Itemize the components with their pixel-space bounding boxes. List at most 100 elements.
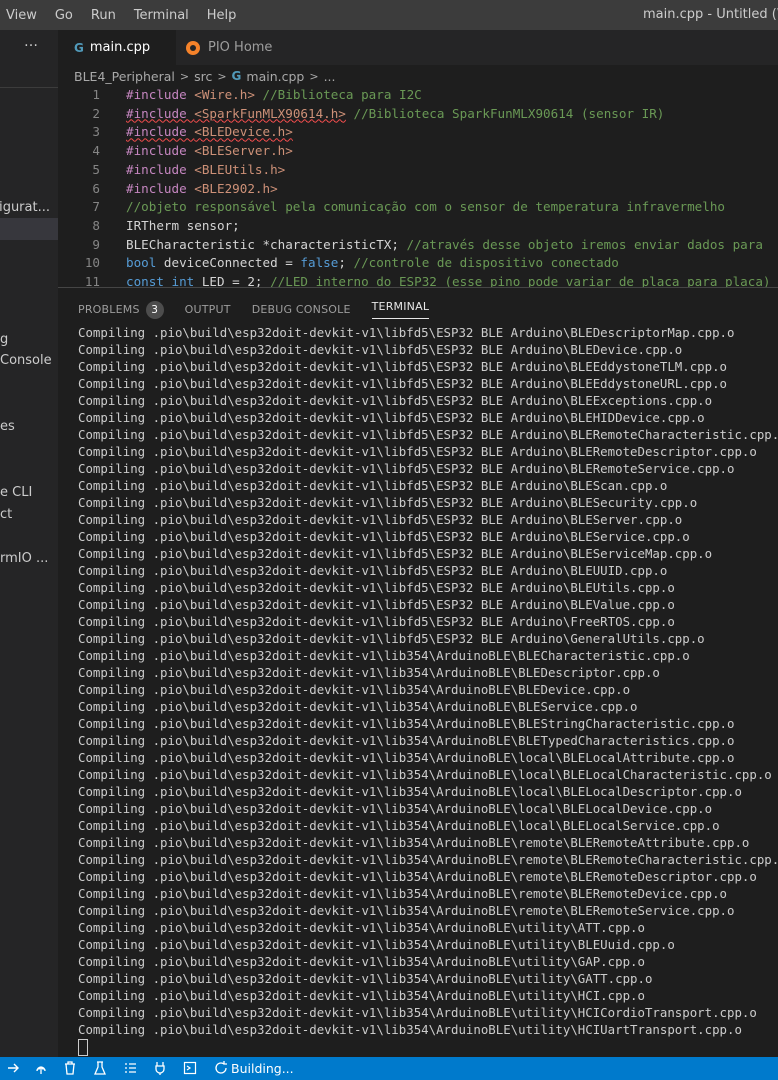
editor-tab-bar: G main.cpp PIO Home	[58, 30, 778, 65]
terminal-line: Compiling .pio\build\esp32doit-devkit-v1…	[78, 529, 690, 544]
code-token: //através desse objeto iremos enviar dad…	[406, 236, 763, 252]
tab-pio-home[interactable]: PIO Home	[176, 30, 296, 65]
line-number: 1	[92, 87, 100, 102]
terminal-line: Compiling .pio\build\esp32doit-devkit-v1…	[78, 801, 713, 816]
code-editor[interactable]: 1 #include <Wire.h> //Biblioteca para I2C…	[58, 86, 778, 287]
clean-trash-icon[interactable]	[63, 1060, 77, 1076]
terminal-line: Compiling .pio\build\esp32doit-devkit-v1…	[78, 359, 728, 374]
breadcrumb-symbol[interactable]: ...	[324, 69, 336, 84]
tab-main-cpp[interactable]: G main.cpp	[58, 30, 176, 65]
build-status-text[interactable]: Building...	[231, 1060, 294, 1077]
code-token: IRTherm sensor;	[126, 217, 240, 233]
line-number: 3	[92, 124, 100, 140]
code-line[interactable]: 8 IRTherm sensor;	[58, 216, 240, 235]
line-number: 8	[92, 217, 100, 233]
terminal-output[interactable]: Compiling .pio\build\esp32doit-devkit-v1…	[78, 324, 778, 1056]
breadcrumb-folder[interactable]: src	[194, 69, 212, 84]
serial-monitor-icon[interactable]	[123, 1060, 137, 1076]
sidebar-item-configuration[interactable]: figurat...	[0, 200, 50, 215]
terminal-line: Compiling .pio\build\esp32doit-devkit-v1…	[78, 631, 705, 646]
terminal-line: Compiling .pio\build\esp32doit-devkit-v1…	[78, 376, 728, 391]
code-token: <BLE2902.h>	[194, 180, 278, 196]
terminal-line: Compiling .pio\build\esp32doit-devkit-v1…	[78, 920, 645, 935]
sidebar-item-console[interactable]: Console	[0, 353, 52, 368]
terminal-line: Compiling .pio\build\esp32doit-devkit-v1…	[78, 682, 631, 697]
breadcrumb-project[interactable]: BLE4_Peripheral	[74, 69, 175, 84]
line-number: 5	[92, 161, 100, 177]
terminal-line: Compiling .pio\build\esp32doit-devkit-v1…	[78, 342, 683, 357]
terminal-line: Compiling .pio\build\esp32doit-devkit-v1…	[78, 410, 705, 425]
tab-label: PIO Home	[208, 40, 273, 55]
code-line[interactable]: 4 #include <BLEServer.h>	[58, 141, 292, 160]
code-token: #include	[126, 161, 195, 177]
terminal-icon[interactable]	[183, 1060, 197, 1076]
cpp-file-icon: G	[74, 40, 84, 55]
terminal-line: Compiling .pio\build\esp32doit-devkit-v1…	[78, 597, 675, 612]
chevron-right-icon: >	[309, 69, 319, 83]
terminal-line: Compiling .pio\build\esp32doit-devkit-v1…	[78, 648, 690, 663]
menu-view[interactable]: View	[6, 8, 37, 23]
terminal-line: Compiling .pio\build\esp32doit-devkit-v1…	[78, 767, 772, 782]
build-check-icon[interactable]	[6, 1060, 20, 1076]
terminal-line: Compiling .pio\build\esp32doit-devkit-v1…	[78, 563, 668, 578]
menu-help[interactable]: Help	[207, 8, 237, 23]
code-token: //objeto responsável pela comunicação co…	[126, 199, 725, 215]
cpp-file-icon: G	[231, 69, 242, 83]
chevron-right-icon: >	[179, 69, 190, 83]
test-flask-icon[interactable]	[93, 1060, 107, 1076]
code-line[interactable]: 1 #include <Wire.h> //Biblioteca para I2C	[58, 86, 421, 104]
terminal-line: Compiling .pio\build\esp32doit-devkit-v1…	[78, 784, 742, 799]
sidebar-item-platformio[interactable]: rmIO ...	[0, 551, 48, 566]
sidebar-item-project[interactable]: ct	[0, 507, 12, 522]
breadcrumb: BLE4_Peripheral > src > G main.cpp > ...	[74, 66, 336, 86]
code-line[interactable]: 3 #include <BLEDevice.h>	[58, 122, 293, 141]
tab-problems[interactable]: PROBLEMS 3	[78, 300, 164, 319]
menu-run[interactable]: Run	[91, 8, 116, 23]
code-token: ;	[338, 255, 354, 271]
terminal-line: Compiling .pio\build\esp32doit-devkit-v1…	[78, 614, 675, 629]
menu-terminal[interactable]: Terminal	[134, 8, 189, 23]
sidebar-item-debug[interactable]: g	[0, 332, 8, 347]
terminal-line: Compiling .pio\build\esp32doit-devkit-v1…	[78, 869, 757, 884]
code-line[interactable]: 10 bool deviceConnected = false; //contro…	[58, 253, 619, 272]
code-token: const int	[126, 274, 195, 287]
sidebar-item-libraries[interactable]: es	[0, 419, 15, 434]
code-token: <BLEDevice.h>	[194, 124, 293, 140]
code-line[interactable]: 5 #include <BLEUtils.h>	[58, 160, 285, 179]
tab-debug-console[interactable]: DEBUG CONSOLE	[252, 300, 351, 319]
panel-tabs: PROBLEMS 3 OUTPUT DEBUG CONSOLE TERMINAL	[78, 300, 450, 319]
code-line[interactable]: 9 BLECharacteristic *characteristicTX; //…	[58, 235, 763, 254]
tab-terminal[interactable]: TERMINAL	[371, 300, 430, 319]
breadcrumb-file[interactable]: main.cpp	[246, 69, 304, 84]
code-token: BLECharacteristic *characteristicTX;	[126, 236, 407, 252]
code-line[interactable]: 7 //objeto responsável pela comunicação c…	[58, 197, 725, 216]
code-line[interactable]: 2 #include <SparkFunMLX90614.h> //Bibliot…	[58, 104, 664, 123]
terminal-line: Compiling .pio\build\esp32doit-devkit-v1…	[78, 750, 735, 765]
terminal-line: Compiling .pio\build\esp32doit-devkit-v1…	[78, 954, 645, 969]
upload-arrow-icon[interactable]	[33, 1060, 49, 1076]
tab-output[interactable]: OUTPUT	[185, 300, 231, 319]
sidebar-item-cli[interactable]: e CLI	[0, 485, 32, 500]
line-number: 9	[92, 236, 100, 252]
code-token: //LED interno do ESP32 (esse pino pode v…	[270, 274, 771, 287]
menu-bar: View Go Run Terminal Help main.cpp - Unt…	[0, 0, 778, 30]
chevron-right-icon: >	[217, 69, 227, 83]
terminal-line: Compiling .pio\build\esp32doit-devkit-v1…	[78, 546, 713, 561]
sidebar-selected-item[interactable]	[0, 218, 58, 240]
line-number: 11	[84, 274, 100, 287]
bottom-panel: PROBLEMS 3 OUTPUT DEBUG CONSOLE TERMINAL…	[58, 287, 778, 1058]
terminal-prompt[interactable]	[78, 1038, 778, 1056]
terminal-line: Compiling .pio\build\esp32doit-devkit-v1…	[78, 427, 778, 442]
more-actions-icon[interactable]: …	[24, 34, 39, 50]
plug-icon[interactable]	[153, 1060, 167, 1076]
terminal-line: Compiling .pio\build\esp32doit-devkit-v1…	[78, 393, 713, 408]
terminal-line: Compiling .pio\build\esp32doit-devkit-v1…	[78, 699, 638, 714]
terminal-line: Compiling .pio\build\esp32doit-devkit-v1…	[78, 665, 660, 680]
terminal-line: Compiling .pio\build\esp32doit-devkit-v1…	[78, 988, 645, 1003]
code-token: <SparkFunMLX90614.h>	[194, 105, 346, 121]
code-line[interactable]: 11 const int LED = 2; //LED interno do ES…	[58, 272, 771, 287]
terminal-line: Compiling .pio\build\esp32doit-devkit-v1…	[78, 818, 720, 833]
code-token: LED = 2;	[194, 274, 271, 287]
code-line[interactable]: 6 #include <BLE2902.h>	[58, 179, 278, 198]
menu-go[interactable]: Go	[55, 8, 73, 23]
